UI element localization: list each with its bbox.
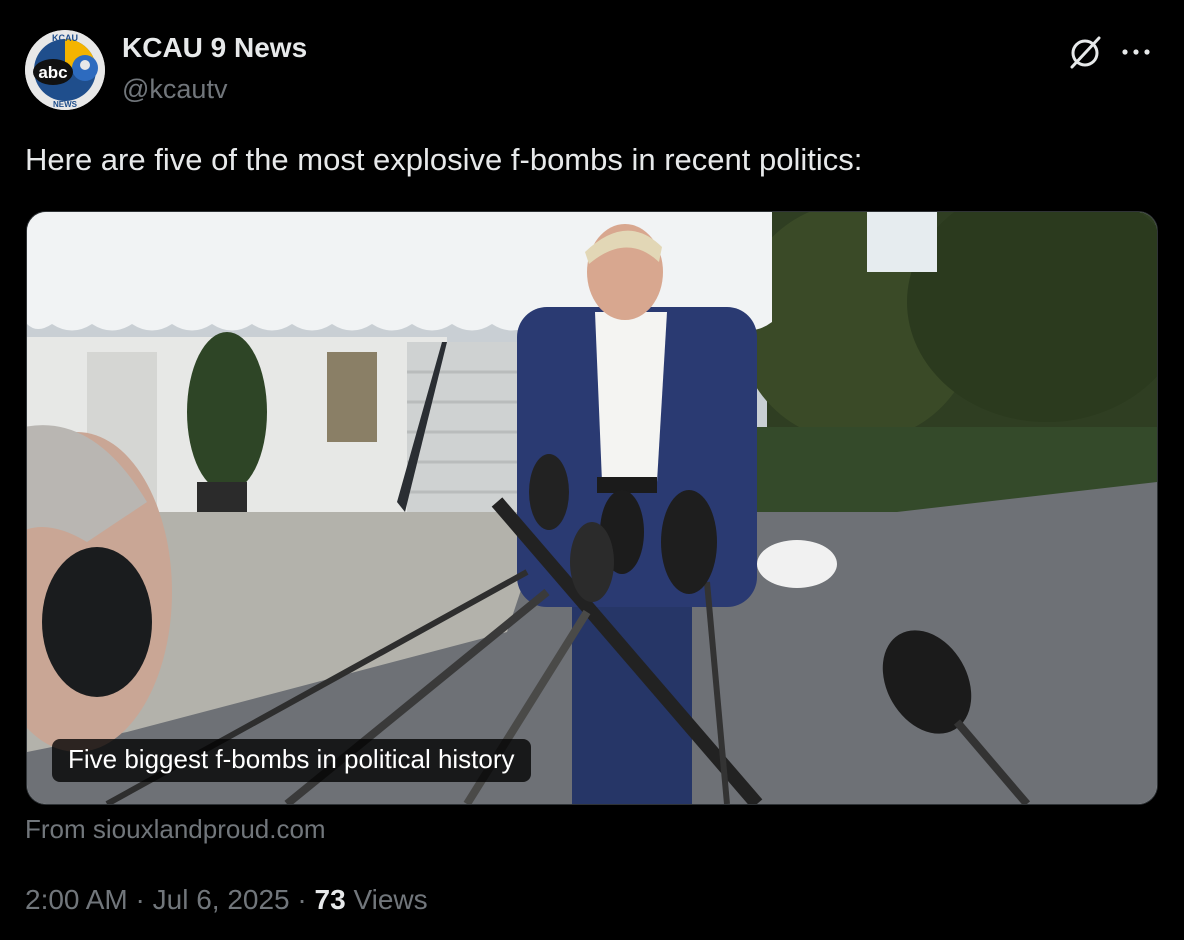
grok-button[interactable] [1066,32,1106,72]
avatar-ring-bottom: NEWS [53,100,78,109]
more-dots-icon [1122,49,1150,55]
post-time[interactable]: 2:00 AM [25,884,128,915]
link-card[interactable]: Five biggest f-bombs in political histor… [26,211,1158,805]
avatar-ring-top: KCAU [52,33,78,43]
avatar[interactable]: abc KCAU NEWS [25,30,105,110]
card-image [27,212,1157,804]
meta-separator: · [289,884,315,915]
post-text: Here are five of the most explosive f-bo… [25,142,863,177]
post-date[interactable]: Jul 6, 2025 [153,884,290,915]
grok-icon [1070,36,1101,69]
meta-separator: · [127,884,153,915]
card-source[interactable]: From siouxlandproud.com [25,814,326,845]
views-count[interactable]: 73 [315,884,346,915]
author-name[interactable]: KCAU 9 News [122,32,307,64]
author-handle[interactable]: @kcautv [122,74,227,105]
more-button[interactable] [1117,32,1157,72]
kcau-logo-icon: abc KCAU NEWS [25,30,105,110]
post-meta: 2:00 AM · Jul 6, 2025 · 73 Views [25,884,428,916]
views-label: Views [345,884,428,915]
avatar-text: abc [38,63,67,82]
card-title: Five biggest f-bombs in political histor… [52,739,531,782]
